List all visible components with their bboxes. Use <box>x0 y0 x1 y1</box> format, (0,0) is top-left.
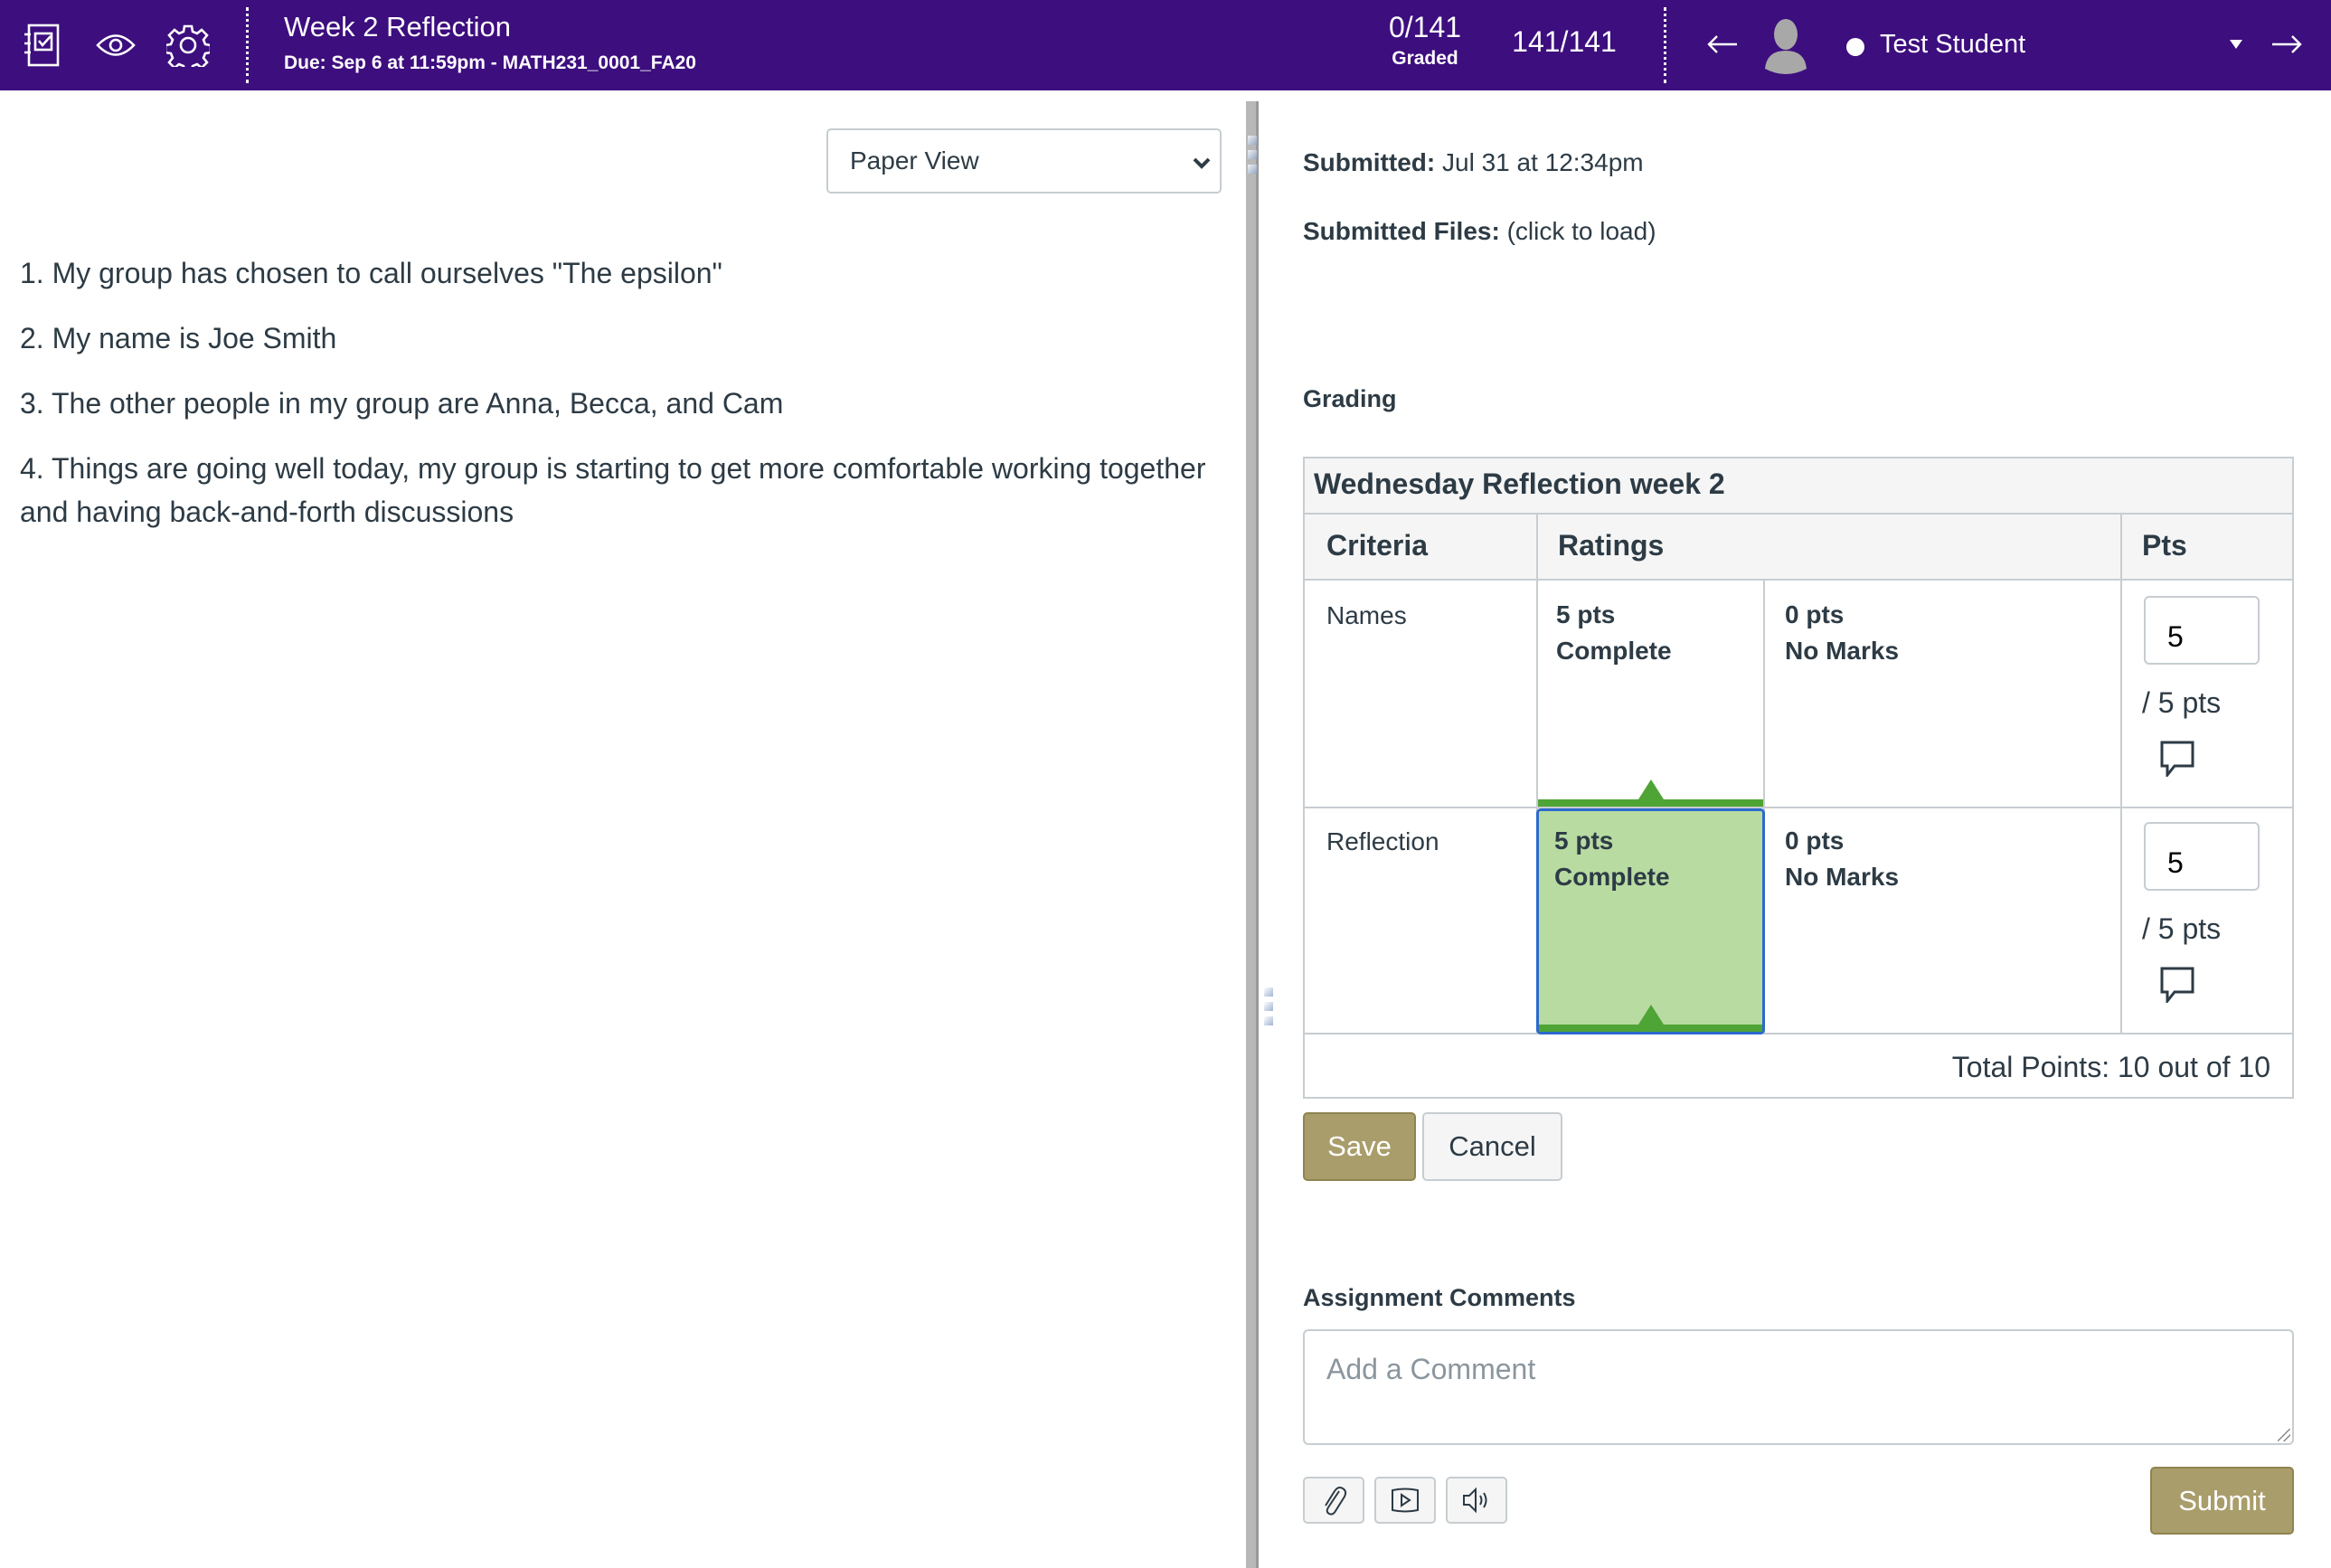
assignment-due-course: Due: Sep 6 at 11:59pm - MATH231_0001_FA2… <box>284 52 696 73</box>
submit-comment-button[interactable]: Submit <box>2150 1467 2294 1535</box>
rating-label: Complete <box>1554 863 1670 891</box>
student-avatar <box>1760 16 1812 74</box>
criterion-names: Names <box>1326 601 1407 629</box>
eye-icon[interactable] <box>90 20 141 71</box>
rating-reflection-no-marks[interactable]: 0 pts No Marks <box>1765 808 2120 1033</box>
names-score-input[interactable] <box>2144 596 2260 665</box>
assignment-title[interactable]: Week 2 Reflection <box>284 11 511 43</box>
comment-placeholder: Add a Comment <box>1326 1353 1536 1385</box>
criterion-comment-icon[interactable] <box>2158 739 2196 777</box>
textarea-resize-grip[interactable] <box>2278 1429 2290 1441</box>
student-dropdown-caret-icon[interactable] <box>2230 40 2242 49</box>
submitted-files: Submitted Files: (click to load) <box>1303 217 1656 246</box>
submitted-files-link[interactable]: (click to load) <box>1507 217 1656 245</box>
ratings-header: Ratings <box>1558 529 1665 562</box>
graded-label: Graded <box>1392 48 1458 69</box>
grading-heading: Grading <box>1303 385 1397 412</box>
rating-points: 0 pts <box>1785 600 1845 628</box>
names-out-of: / 5 pts <box>2142 686 2222 719</box>
gradebook-icon[interactable] <box>16 20 67 71</box>
submission-status-dot <box>1846 38 1864 56</box>
rubric-total-points: Total Points: 10 out of 10 <box>1951 1051 2270 1083</box>
assignment-comments-heading: Assignment Comments <box>1303 1284 1576 1311</box>
previous-student-arrow-icon[interactable] <box>1700 22 1745 67</box>
header-divider <box>1664 7 1666 83</box>
submitted-value: Jul 31 at 12:34pm <box>1442 148 1644 176</box>
save-button[interactable]: Save <box>1303 1112 1416 1181</box>
submitted-count: 141/141 <box>1512 25 1617 58</box>
rating-label: No Marks <box>1785 863 1900 891</box>
next-student-arrow-icon[interactable] <box>2264 22 2309 67</box>
pane-resize-handle[interactable] <box>1246 101 1259 1568</box>
comment-textarea[interactable]: Add a Comment <box>1303 1329 2294 1445</box>
rating-marker-triangle <box>1637 779 1664 799</box>
rating-points: 0 pts <box>1785 827 1845 855</box>
submitted-date: Submitted: Jul 31 at 12:34pm <box>1303 148 1644 177</box>
submission-line: 4. Things are going well today, my group… <box>20 452 1206 528</box>
submitted-label: Submitted: <box>1303 148 1436 176</box>
attach-file-icon <box>1325 1487 1347 1516</box>
rating-label: Complete <box>1556 637 1672 665</box>
rating-marker-triangle <box>1637 1005 1664 1025</box>
cancel-button[interactable]: Cancel <box>1422 1112 1562 1181</box>
submission-line: 2. My name is Joe Smith <box>20 322 337 354</box>
rating-names-complete[interactable]: 5 pts Complete <box>1538 582 1763 807</box>
attach-file-button[interactable] <box>1303 1477 1364 1524</box>
student-selector[interactable]: Test Student <box>1880 30 2025 60</box>
resize-grip <box>1264 987 1273 997</box>
submission-view-select[interactable]: Paper View <box>826 128 1222 194</box>
rating-names-no-marks[interactable]: 0 pts No Marks <box>1765 582 2120 807</box>
speedgrader-header: Week 2 Reflection Due: Sep 6 at 11:59pm … <box>0 0 2331 90</box>
header-divider <box>246 7 249 83</box>
rating-marker-bar <box>1538 799 1763 807</box>
media-video-icon <box>1392 1488 1419 1513</box>
submission-line: 3. The other people in my group are Anna… <box>20 387 784 420</box>
audio-speaker-icon <box>1463 1487 1487 1514</box>
submission-view-selected: Paper View <box>850 146 979 175</box>
rating-marker-bar <box>1539 1025 1762 1032</box>
media-comment-button[interactable] <box>1374 1477 1436 1524</box>
reflection-score-input[interactable] <box>2144 822 2260 891</box>
criteria-header: Criteria <box>1326 529 1429 562</box>
rating-label: No Marks <box>1785 637 1900 665</box>
submitted-status: 141/141 <box>1501 25 1628 59</box>
criterion-comment-icon[interactable] <box>2158 965 2196 1003</box>
graded-status: 0/141 Graded <box>1374 11 1476 70</box>
submission-line: 1. My group has chosen to call ourselves… <box>20 257 722 289</box>
rubric-title: Wednesday Reflection week 2 <box>1305 458 2292 515</box>
settings-gear-icon[interactable] <box>163 20 213 71</box>
rubric-table: Wednesday Reflection week 2 Criteria Rat… <box>1303 457 2294 1099</box>
rubric-header-row: Criteria Ratings Pts <box>1305 515 2292 581</box>
resize-grip <box>1264 1002 1273 1011</box>
criterion-reflection: Reflection <box>1326 827 1439 855</box>
rating-points: 5 pts <box>1556 600 1616 628</box>
chevron-down-icon <box>1193 157 1211 169</box>
resize-grip <box>1264 1016 1273 1025</box>
audio-comment-button[interactable] <box>1446 1477 1507 1524</box>
pts-header: Pts <box>2142 529 2187 562</box>
reflection-out-of: / 5 pts <box>2142 912 2222 945</box>
rating-reflection-complete[interactable]: 5 pts Complete <box>1536 808 1765 1034</box>
submitted-files-label: Submitted Files: <box>1303 217 1500 245</box>
rating-points: 5 pts <box>1554 827 1614 855</box>
graded-count: 0/141 <box>1388 11 1462 43</box>
